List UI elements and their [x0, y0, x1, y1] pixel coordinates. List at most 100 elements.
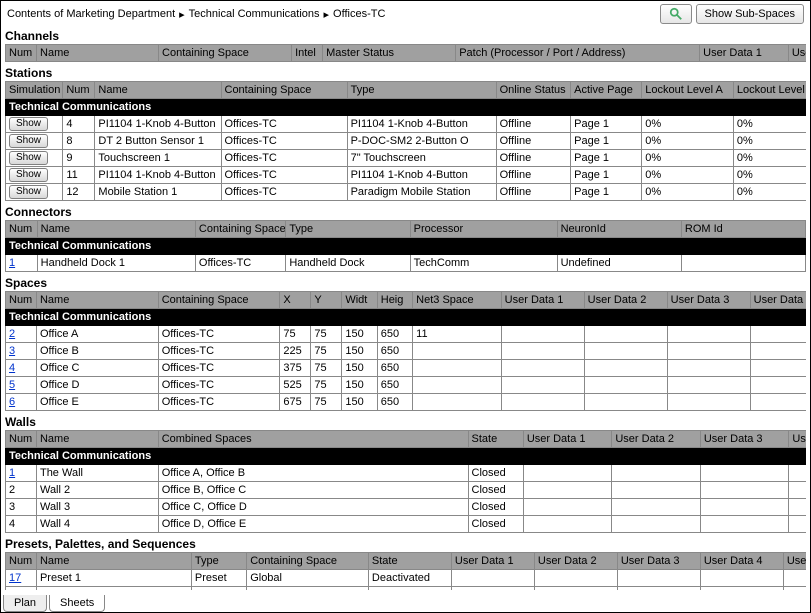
column-header[interactable]: Widt — [342, 292, 377, 309]
column-header[interactable]: Num — [6, 292, 37, 309]
column-header[interactable]: NeuronId — [557, 221, 681, 238]
column-header[interactable]: Type — [286, 221, 410, 238]
column-header[interactable]: User Data 1 — [501, 292, 584, 309]
table-row[interactable]: 4Office COffices-TC37575150650 — [6, 360, 807, 377]
table-row[interactable]: 6Office EOffices-TC67575150650 — [6, 394, 807, 411]
scroll-area[interactable]: Channels NumNameContaining SpaceIntelMas… — [5, 25, 806, 590]
cell: 0% — [642, 133, 734, 150]
magnify-button[interactable] — [660, 4, 692, 24]
table-row[interactable]: 5Office DOffices-TC52575150650 — [6, 377, 807, 394]
column-header[interactable]: Containing Space — [195, 221, 285, 238]
table-row[interactable]: 2Wall 2Office B, Office CClosed — [6, 482, 807, 499]
column-header[interactable]: Active Page — [571, 82, 642, 99]
column-header[interactable]: Name — [36, 553, 191, 570]
link[interactable]: 6 — [9, 396, 15, 408]
column-header[interactable]: User Data 2 — [584, 292, 667, 309]
column-header[interactable]: User Data 3 — [700, 431, 789, 448]
table-row[interactable]: Show12Mobile Station 1Offices-TCParadigm… — [6, 184, 807, 201]
column-header[interactable]: Net3 Space — [413, 292, 502, 309]
column-header[interactable]: Num — [63, 82, 95, 99]
show-button[interactable]: Show — [9, 151, 48, 165]
link[interactable]: 1 — [9, 467, 15, 479]
topbar: Contents of Marketing Department ▸ Techn… — [1, 1, 810, 25]
column-header[interactable]: User Data 3 — [617, 553, 700, 570]
column-header[interactable]: Y — [311, 292, 342, 309]
table-row[interactable]: 3Office BOffices-TC22575150650 — [6, 343, 807, 360]
column-header[interactable]: Name — [36, 292, 158, 309]
tab-sheets[interactable]: Sheets — [49, 595, 105, 612]
table-row[interactable]: Show9Touchscreen 1Offices-TC7" Touchscre… — [6, 150, 807, 167]
link[interactable]: 4 — [9, 362, 15, 374]
cell: PI1104 1-Knob 4-Button — [95, 116, 221, 133]
column-header[interactable]: Name — [37, 221, 195, 238]
table-row[interactable]: 1The WallOffice A, Office BClosed — [6, 465, 807, 482]
column-header[interactable]: Type — [347, 82, 496, 99]
cell — [789, 516, 806, 533]
show-button[interactable]: Show — [9, 117, 48, 131]
table-row[interactable]: Show8DT 2 Button Sensor 1Offices-TCP-DOC… — [6, 133, 807, 150]
show-subspaces-button[interactable]: Show Sub-Spaces — [696, 4, 805, 24]
column-header[interactable]: Type — [191, 553, 246, 570]
crumb-0[interactable]: Contents of Marketing Department — [7, 8, 175, 20]
column-header[interactable]: Master Status — [323, 45, 456, 62]
table-row[interactable]: 18Preset 2PresetOffices-TCDeactivated — [6, 587, 807, 591]
column-header[interactable]: User Data 2 — [612, 431, 701, 448]
link[interactable]: 2 — [9, 328, 15, 340]
column-header[interactable]: Lockout Level B — [733, 82, 806, 99]
table-row[interactable]: 1Handheld Dock 1Offices-TCHandheld DockT… — [6, 255, 807, 272]
crumb-2[interactable]: Offices-TC — [333, 8, 385, 20]
show-button[interactable]: Show — [9, 185, 48, 199]
column-header[interactable]: Online Status — [496, 82, 571, 99]
tab-plan[interactable]: Plan — [3, 595, 47, 612]
table-row[interactable]: 4Wall 4Office D, Office EClosed — [6, 516, 807, 533]
link[interactable]: 17 — [9, 572, 21, 584]
link[interactable]: 5 — [9, 379, 15, 391]
column-header[interactable]: User Data 2 — [534, 553, 617, 570]
column-header[interactable]: Heig — [377, 292, 412, 309]
column-header[interactable]: Num — [6, 431, 37, 448]
column-header[interactable]: Name — [95, 82, 221, 99]
table-row[interactable]: Show4PI1104 1-Knob 4-ButtonOffices-TCPI1… — [6, 116, 807, 133]
table-row[interactable]: Show11PI1104 1-Knob 4-ButtonOffices-TCPI… — [6, 167, 807, 184]
column-header[interactable]: User Data 5 — [783, 553, 806, 570]
column-header[interactable]: X — [280, 292, 311, 309]
column-header[interactable]: Containing Space — [221, 82, 347, 99]
cell: TechComm — [410, 255, 557, 272]
column-header[interactable]: Num — [6, 45, 37, 62]
cell: Offices-TC — [247, 587, 369, 591]
column-header[interactable]: Patch (Processor / Port / Address) — [456, 45, 700, 62]
column-header[interactable]: Num — [6, 221, 38, 238]
column-header[interactable]: User Data 2 — [788, 45, 806, 62]
table-row[interactable]: 17Preset 1PresetGlobalDeactivated — [6, 570, 807, 587]
column-header[interactable]: User Data 1 — [700, 45, 789, 62]
column-header[interactable]: Simulation — [6, 82, 63, 99]
link[interactable]: 1 — [9, 257, 15, 269]
column-header[interactable]: Lockout Level A — [642, 82, 734, 99]
column-header[interactable]: ROM Id — [681, 221, 805, 238]
column-header[interactable]: State — [368, 553, 451, 570]
column-header[interactable]: User Data 4 — [700, 553, 783, 570]
column-header[interactable]: Intel — [292, 45, 323, 62]
column-header[interactable]: State — [468, 431, 523, 448]
table-row[interactable]: 2Office AOffices-TC757515065011 — [6, 326, 807, 343]
column-header[interactable]: Containing Space — [159, 45, 292, 62]
column-header[interactable]: User Data 1 — [451, 553, 534, 570]
cell — [501, 326, 584, 343]
table-row[interactable]: 3Wall 3Office C, Office DClosed — [6, 499, 807, 516]
column-header[interactable]: Combined Spaces — [158, 431, 468, 448]
column-header[interactable]: User Data 4 — [750, 292, 806, 309]
column-header[interactable]: User Data 1 — [523, 431, 612, 448]
show-button[interactable]: Show — [9, 134, 48, 148]
column-header[interactable]: Containing Space — [158, 292, 280, 309]
crumb-1[interactable]: Technical Communications — [189, 8, 320, 20]
column-header[interactable]: Processor — [410, 221, 557, 238]
link[interactable]: 3 — [9, 345, 15, 357]
column-header[interactable]: Containing Space — [247, 553, 369, 570]
show-button[interactable]: Show — [9, 168, 48, 182]
group-row: Technical Communications — [6, 238, 807, 255]
column-header[interactable]: Name — [36, 431, 158, 448]
column-header[interactable]: User Data 3 — [667, 292, 750, 309]
column-header[interactable]: User Data 4 — [789, 431, 806, 448]
column-header[interactable]: Num — [6, 553, 37, 570]
column-header[interactable]: Name — [37, 45, 159, 62]
